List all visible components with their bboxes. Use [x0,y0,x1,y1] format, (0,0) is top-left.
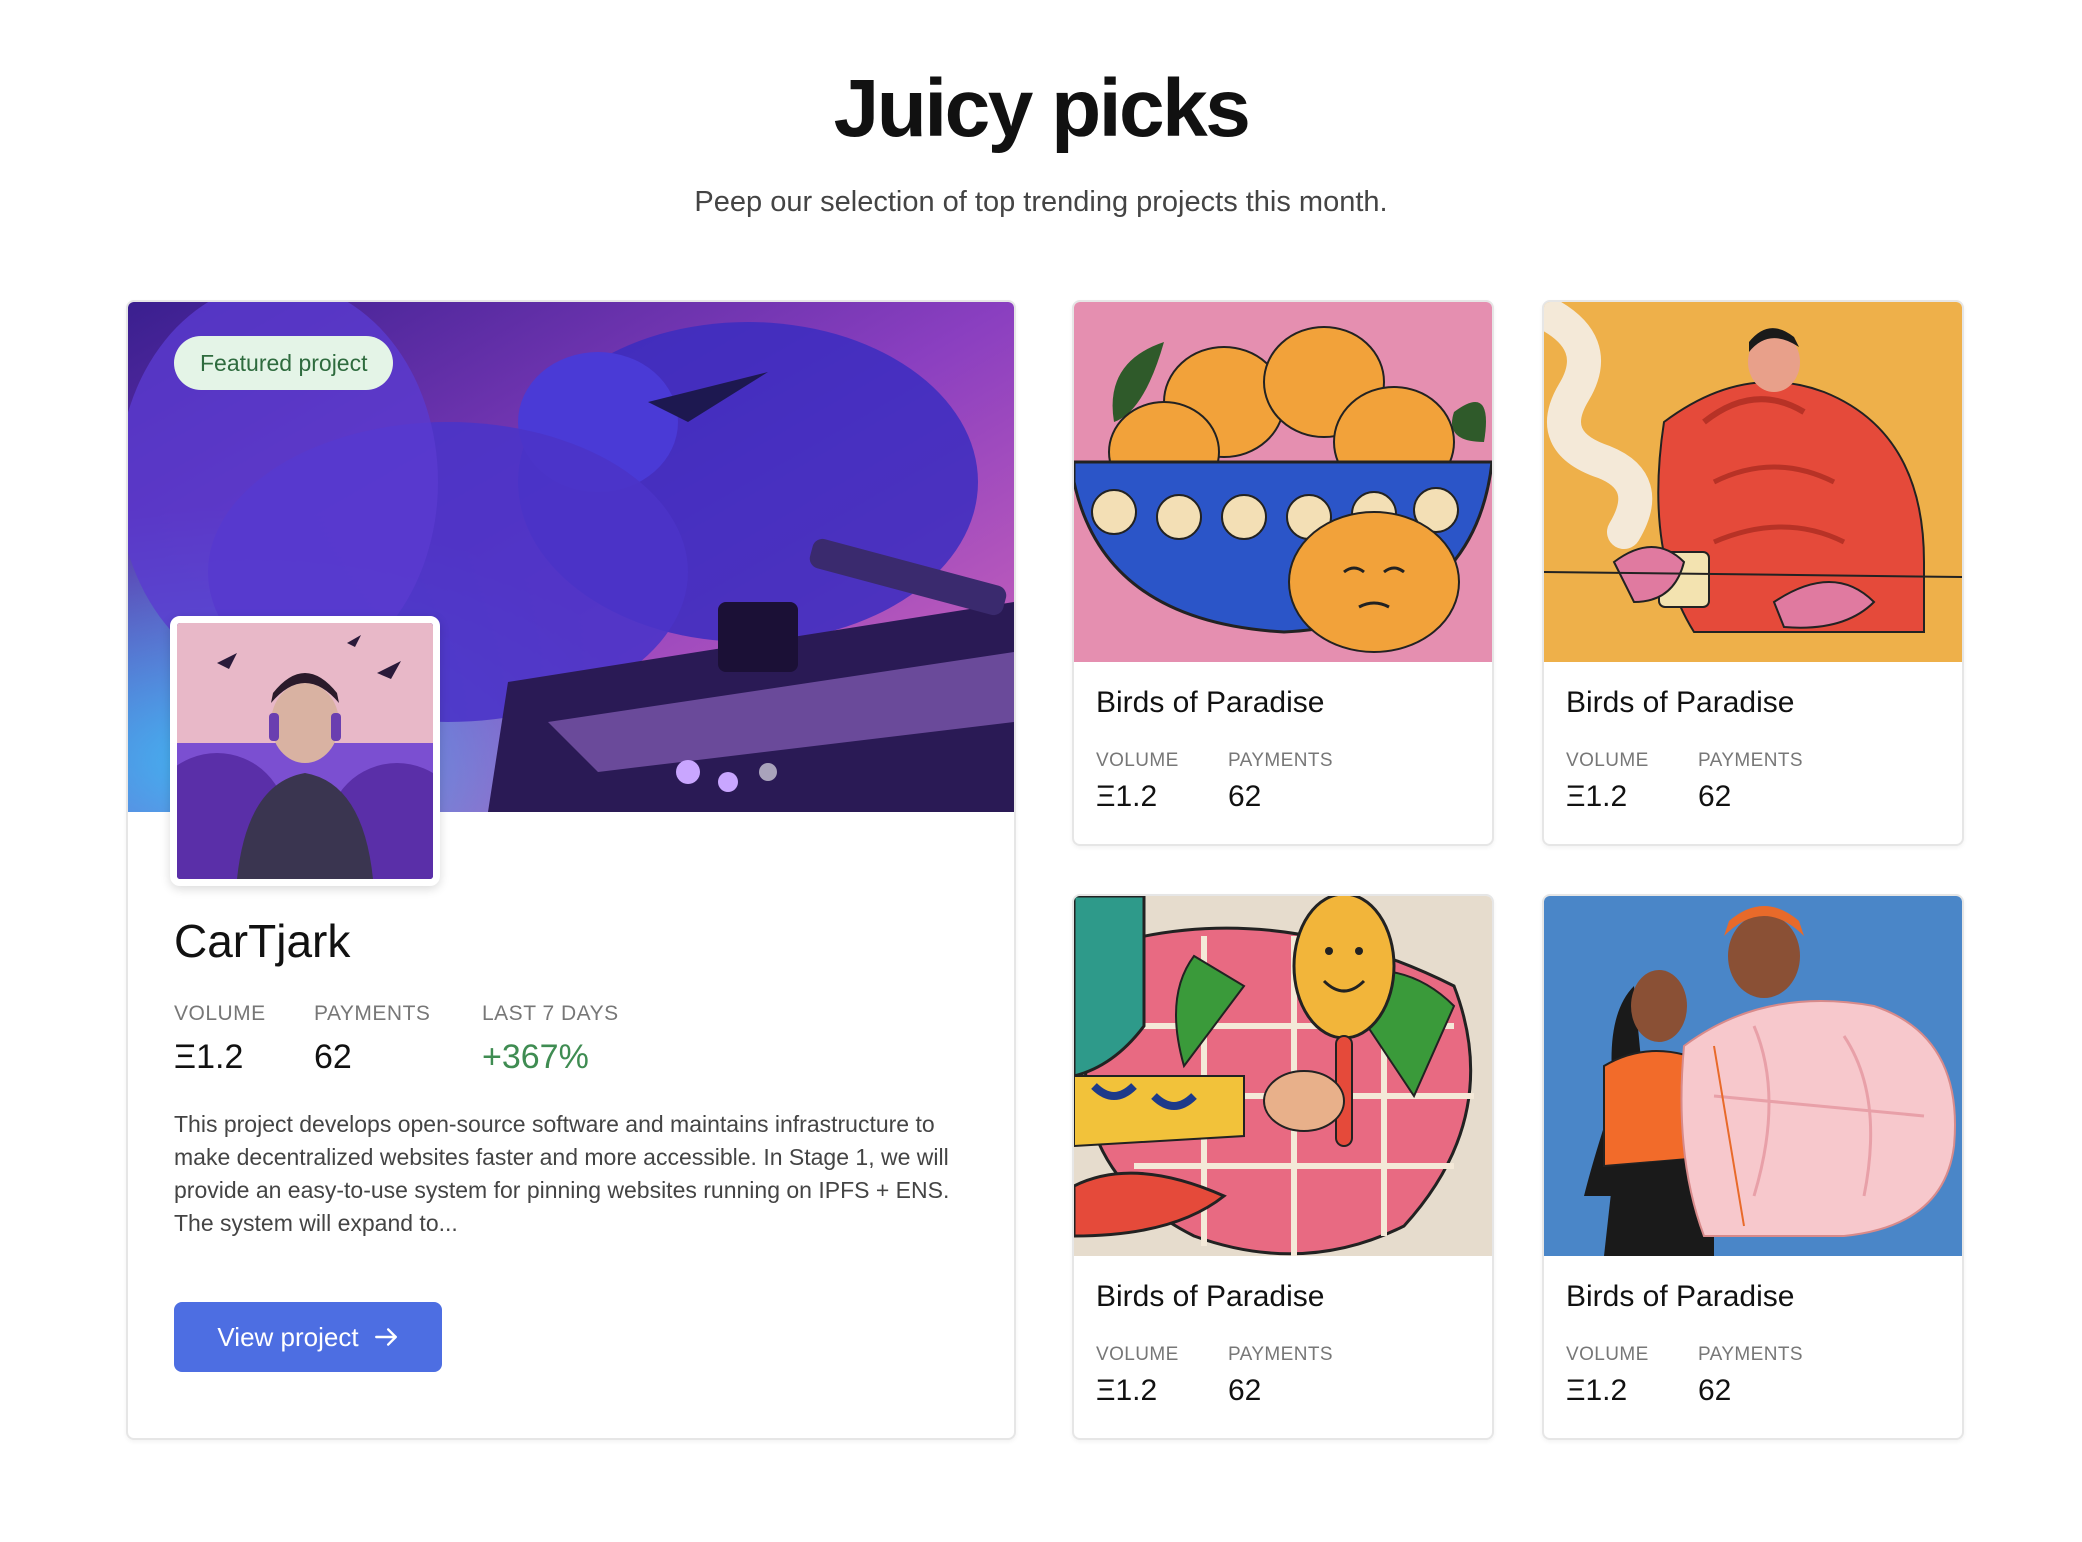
volume-value: Ξ1.2 [174,1038,244,1076]
section-title: Juicy picks [833,63,1251,154]
project-name[interactable]: CarTjark [174,914,350,968]
volume-label: VOLUME [1096,1344,1179,1365]
volume-label: VOLUME [1566,1344,1649,1365]
payments-label: PAYMENTS [1698,1344,1803,1365]
volume-label: VOLUME [1096,750,1179,771]
volume-value: Ξ1.2 [1096,780,1158,813]
featured-project-card[interactable]: Featured project CarTjark VOLUME Ξ1.2 PA… [126,300,1016,1440]
payments-value: 62 [1698,780,1732,813]
project-title[interactable]: Birds of Paradise [1566,686,1794,720]
volume-value: Ξ1.2 [1566,780,1628,813]
section-subtitle: Peep our selection of top trending proje… [694,186,1388,218]
project-card[interactable]: Birds of Paradise VOLUME Ξ1.2 PAYMENTS 6… [1542,894,1964,1440]
last7-value: +367% [482,1038,589,1076]
payments-value: 62 [1698,1374,1732,1407]
project-description: This project develops open-source softwa… [174,1111,950,1236]
project-image-red-puffer [1544,302,1962,662]
project-avatar [170,616,440,886]
volume-value: Ξ1.2 [1566,1374,1628,1407]
project-title[interactable]: Birds of Paradise [1096,686,1324,720]
payments-label: PAYMENTS [1698,750,1803,771]
arrow-right-icon [374,1328,397,1346]
payments-label: PAYMENTS [1228,1344,1333,1365]
volume-label: VOLUME [1566,750,1649,771]
project-image-couple [1544,896,1962,1256]
payments-label: PAYMENTS [314,1002,431,1025]
project-image-hand-mirror [1074,896,1492,1256]
project-title[interactable]: Birds of Paradise [1096,1280,1324,1314]
view-project-button[interactable]: View project [174,1302,442,1372]
project-card[interactable]: Birds of Paradise VOLUME Ξ1.2 PAYMENTS 6… [1072,300,1494,846]
payments-value: 62 [1228,780,1262,813]
volume-value: Ξ1.2 [1096,1374,1158,1407]
payments-label: PAYMENTS [1228,750,1333,771]
project-card[interactable]: Birds of Paradise VOLUME Ξ1.2 PAYMENTS 6… [1542,300,1964,846]
last7-label: LAST 7 DAYS [482,1002,619,1025]
payments-value: 62 [314,1038,352,1076]
project-card[interactable]: Birds of Paradise VOLUME Ξ1.2 PAYMENTS 6… [1072,894,1494,1440]
project-image-lemons [1074,302,1492,662]
project-title[interactable]: Birds of Paradise [1566,1280,1794,1314]
view-project-label: View project [217,1321,359,1352]
featured-badge: Featured project [174,336,394,390]
volume-label: VOLUME [174,1002,266,1025]
payments-value: 62 [1228,1374,1262,1407]
